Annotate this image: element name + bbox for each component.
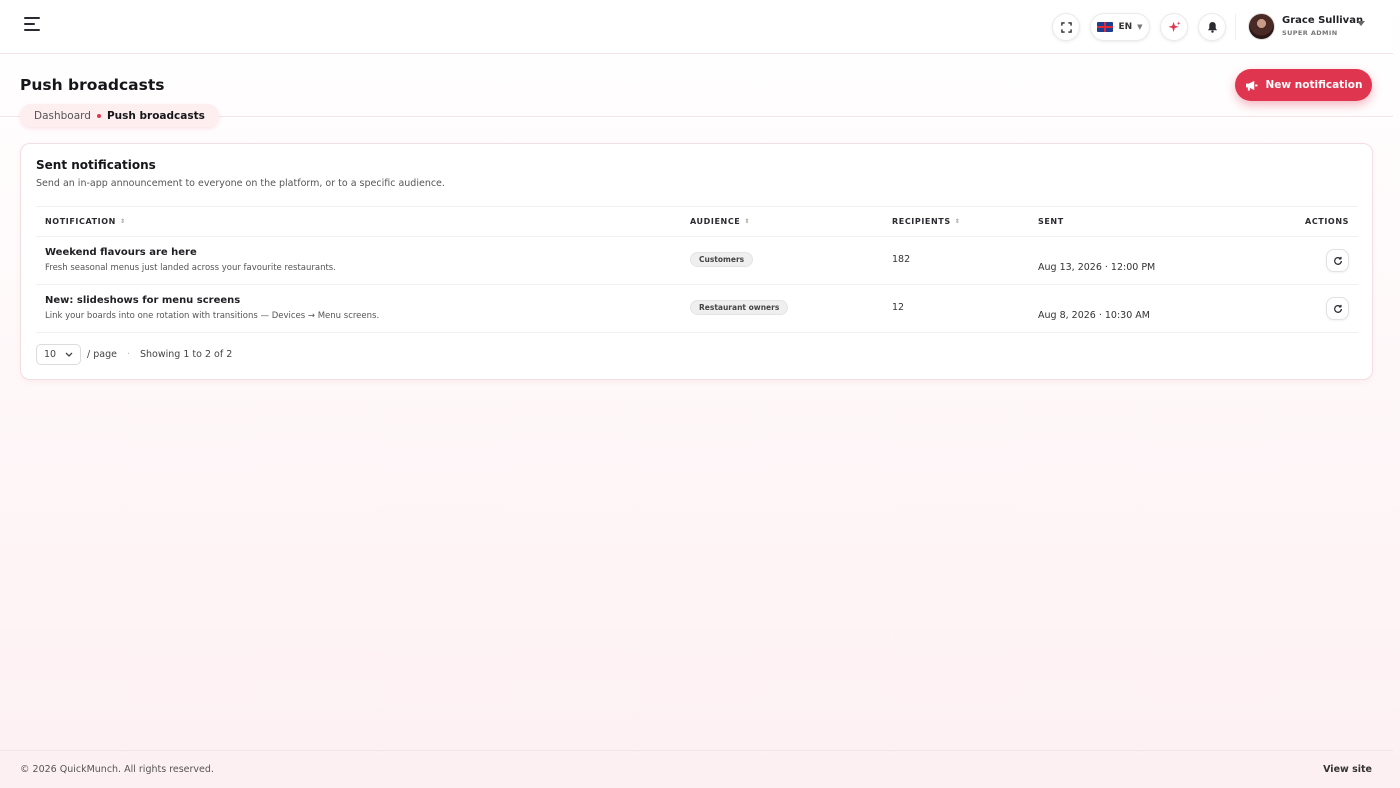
- showing-summary: Showing 1 to 2 of 2: [139, 349, 233, 360]
- sent-notifications-card: Sent notifications Send an in-app announ…: [20, 143, 1373, 380]
- pagination-separator: ·: [126, 349, 130, 360]
- sort-icon[interactable]: ⇕: [744, 218, 750, 225]
- refresh-icon: [1333, 304, 1342, 313]
- user-role: SUPER ADMIN: [1282, 29, 1338, 37]
- menu-icon[interactable]: [24, 17, 44, 37]
- column-notification[interactable]: NOTIFICATION ⇕: [45, 217, 126, 226]
- copyright-text: © 2026 QuickMunch. All rights reserved.: [20, 764, 214, 775]
- column-actions-label: ACTIONS: [1305, 217, 1349, 226]
- sent-timestamp: Aug 13, 2026 · 12:00 PM: [1038, 262, 1156, 273]
- megaphone-icon: [1245, 80, 1257, 91]
- per-page-label: / page: [87, 349, 117, 360]
- column-sent-label: SENT: [1038, 217, 1064, 226]
- user-name: Grace Sullivan: [1282, 15, 1364, 26]
- column-notification-label: NOTIFICATION: [45, 217, 116, 226]
- audience-badge: Customers: [690, 252, 754, 267]
- notifications-button[interactable]: [1198, 13, 1226, 41]
- breadcrumb: Dashboard Push broadcasts: [20, 104, 219, 127]
- resend-button[interactable]: [1326, 249, 1349, 272]
- page-title: Push broadcasts: [20, 76, 165, 94]
- card-subtitle: Send an in-app announcement to everyone …: [36, 178, 445, 189]
- top-bar: EN ▼ Grace Sullivan SUPER ADMIN: [0, 0, 1393, 54]
- notifications-table: NOTIFICATION ⇕ AUDIENCE ⇕ RECIPIENTS ⇕ S…: [36, 206, 1358, 333]
- notification-description: Link your boards into one rotation with …: [45, 311, 380, 321]
- column-audience[interactable]: AUDIENCE ⇕: [690, 217, 750, 226]
- topbar-divider: [1235, 14, 1236, 40]
- table-header: NOTIFICATION ⇕ AUDIENCE ⇕ RECIPIENTS ⇕ S…: [36, 206, 1358, 237]
- recipients-count: 182: [892, 254, 911, 265]
- column-actions: ACTIONS: [1305, 217, 1349, 226]
- fullscreen-icon: [1060, 21, 1072, 33]
- sort-icon[interactable]: ⇕: [120, 218, 126, 225]
- bell-icon: [1207, 21, 1217, 33]
- page-size-select[interactable]: 10: [36, 344, 81, 365]
- column-recipients-label: RECIPIENTS: [892, 217, 951, 226]
- table-row: New: slideshows for menu screens Link yo…: [36, 285, 1358, 333]
- view-site-link[interactable]: View site: [1323, 764, 1372, 775]
- language-label: EN: [1118, 22, 1133, 32]
- column-sent: SENT: [1038, 217, 1064, 226]
- column-audience-label: AUDIENCE: [690, 217, 741, 226]
- card-title: Sent notifications: [36, 158, 156, 172]
- page-size-value: 10: [44, 349, 57, 360]
- notification-description: Fresh seasonal menus just landed across …: [45, 263, 336, 273]
- uk-flag-icon: [1097, 22, 1114, 32]
- sent-timestamp: Aug 8, 2026 · 10:30 AM: [1038, 310, 1150, 321]
- sort-icon[interactable]: ⇕: [955, 218, 961, 225]
- breadcrumb-current: Push broadcasts: [106, 109, 205, 122]
- breadcrumb-separator: [96, 113, 101, 118]
- recipients-count: 12: [892, 302, 905, 313]
- chevron-down-icon: [65, 352, 73, 357]
- notification-title: Weekend flavours are here: [45, 247, 197, 258]
- notification-title: New: slideshows for menu screens: [45, 295, 241, 306]
- column-recipients[interactable]: RECIPIENTS ⇕: [892, 217, 960, 226]
- refresh-icon: [1333, 256, 1342, 265]
- table-pagination: 10 / page · Showing 1 to 2 of 2: [36, 344, 232, 365]
- fullscreen-button[interactable]: [1052, 13, 1080, 41]
- new-notification-label: New notification: [1265, 79, 1363, 91]
- new-notification-button[interactable]: New notification: [1235, 69, 1372, 101]
- audience-badge: Restaurant owners: [690, 300, 789, 315]
- ai-assistant-button[interactable]: [1160, 13, 1188, 41]
- breadcrumb-dashboard[interactable]: Dashboard: [34, 110, 91, 122]
- avatar[interactable]: [1248, 13, 1275, 40]
- resend-button[interactable]: [1326, 297, 1349, 320]
- sparkle-icon: [1167, 20, 1181, 32]
- user-menu-chevron-icon[interactable]: [1357, 21, 1365, 26]
- language-selector[interactable]: EN ▼: [1090, 13, 1150, 41]
- page-footer: © 2026 QuickMunch. All rights reserved. …: [0, 750, 1393, 788]
- chevron-down-icon: ▼: [1137, 23, 1143, 31]
- table-row: Weekend flavours are here Fresh seasonal…: [36, 237, 1358, 285]
